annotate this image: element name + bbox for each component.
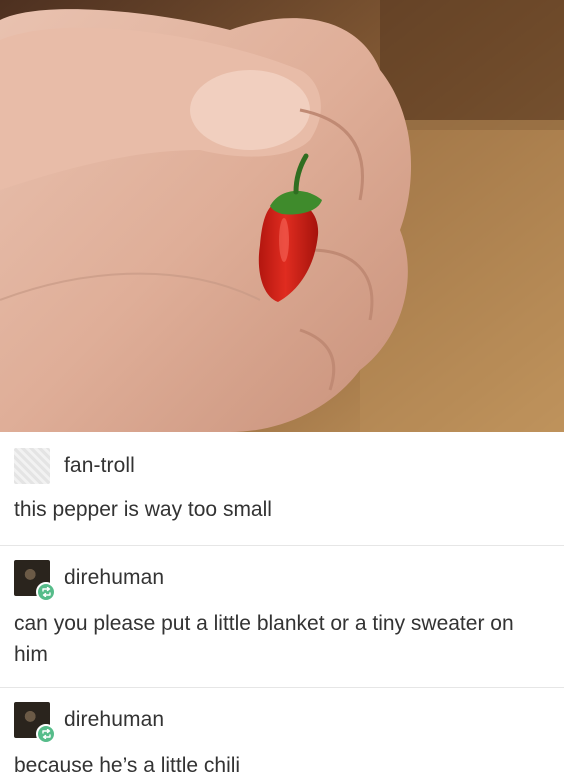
- post-entry: fan-troll this pepper is way too small: [0, 434, 564, 544]
- reblog-icon: [36, 724, 56, 744]
- username[interactable]: direhuman: [64, 566, 164, 590]
- username[interactable]: fan-troll: [64, 454, 135, 478]
- post-photo: [0, 0, 564, 432]
- username[interactable]: direhuman: [64, 708, 164, 732]
- direhuman-avatar[interactable]: [14, 560, 56, 602]
- reblog-icon: [36, 582, 56, 602]
- thumbnail-shape: [190, 70, 310, 150]
- pepper-highlight: [279, 218, 289, 262]
- blurred-avatar[interactable]: [14, 448, 50, 484]
- hand-pepper-illustration: [0, 0, 564, 432]
- dresser-shape: [380, 0, 564, 130]
- direhuman-avatar[interactable]: [14, 702, 56, 744]
- post-text: this pepper is way too small: [14, 498, 272, 521]
- post-entry: direhuman can you please put a little bl…: [0, 545, 564, 686]
- post-header: direhuman: [14, 702, 164, 744]
- post-text: can you please put a little blanket or a…: [14, 612, 514, 666]
- post-header: fan-troll: [14, 448, 135, 484]
- post-header: direhuman: [14, 560, 164, 602]
- post-entry: direhuman because he’s a little chili: [0, 687, 564, 779]
- post-text: because he’s a little chili: [14, 754, 241, 777]
